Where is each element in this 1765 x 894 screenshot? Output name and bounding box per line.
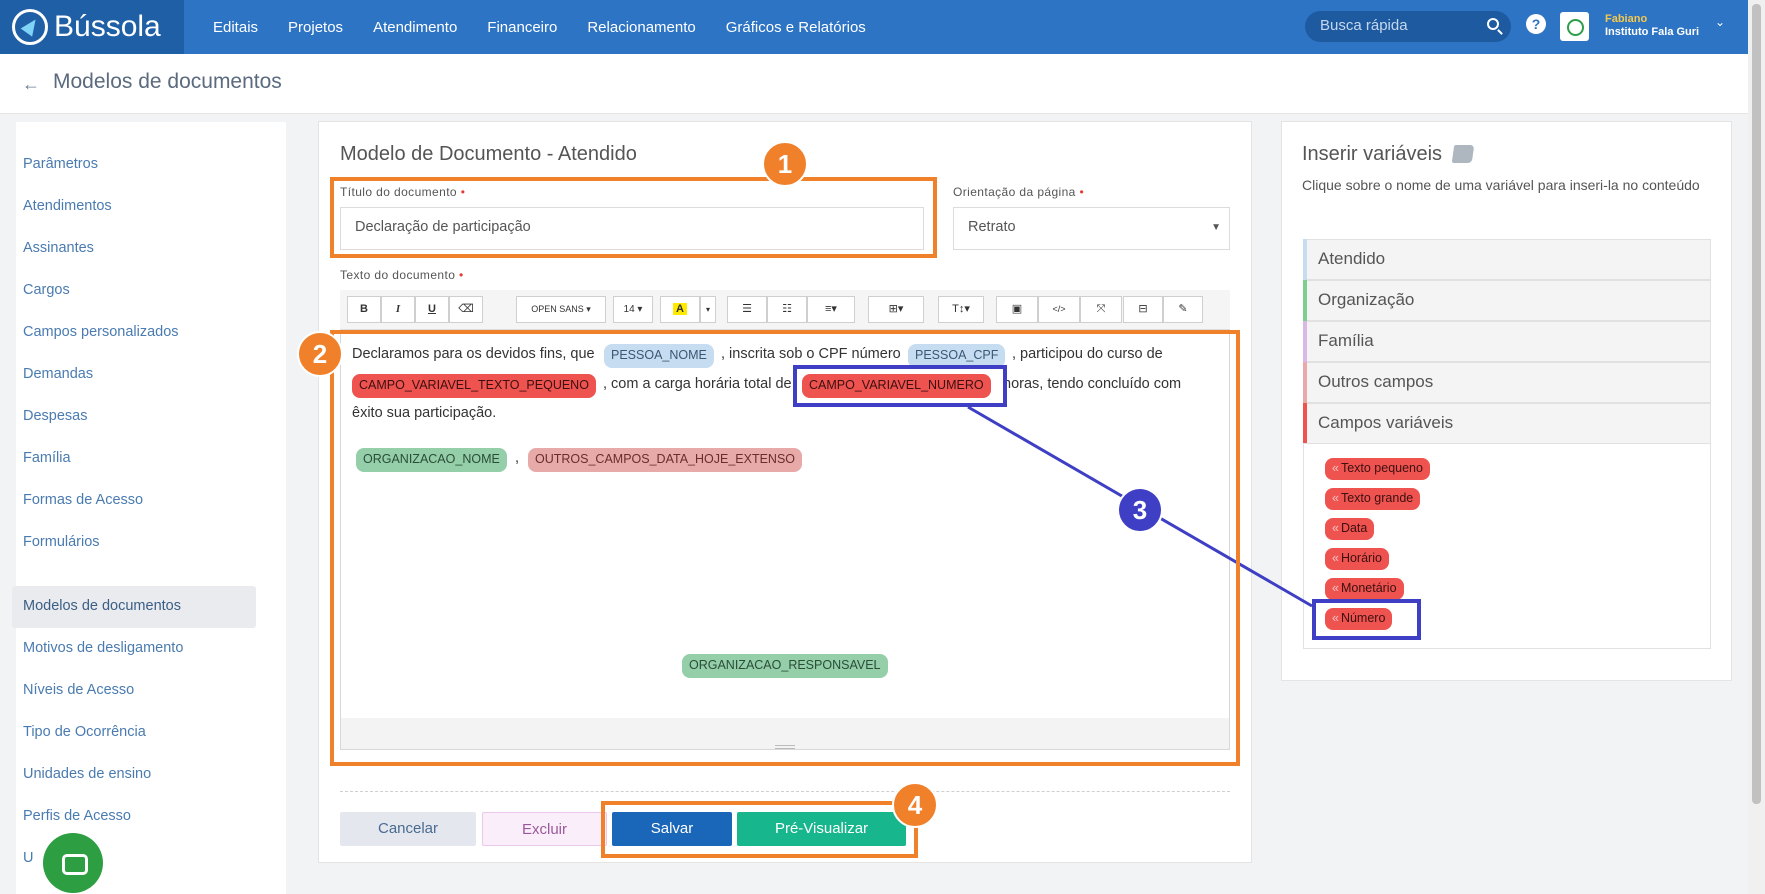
annotation-box-3-source (793, 365, 1007, 407)
annotation-box-3-target (1312, 599, 1421, 640)
annotation-box-2 (330, 330, 1240, 766)
annotation-box-4 (601, 801, 918, 858)
annotation-badge-3: 3 (1117, 487, 1163, 533)
annotation-badge-4: 4 (892, 782, 938, 828)
annotation-box-1 (330, 177, 937, 258)
annotation-badge-2: 2 (297, 331, 343, 377)
annotation-badge-1: 1 (762, 141, 808, 187)
